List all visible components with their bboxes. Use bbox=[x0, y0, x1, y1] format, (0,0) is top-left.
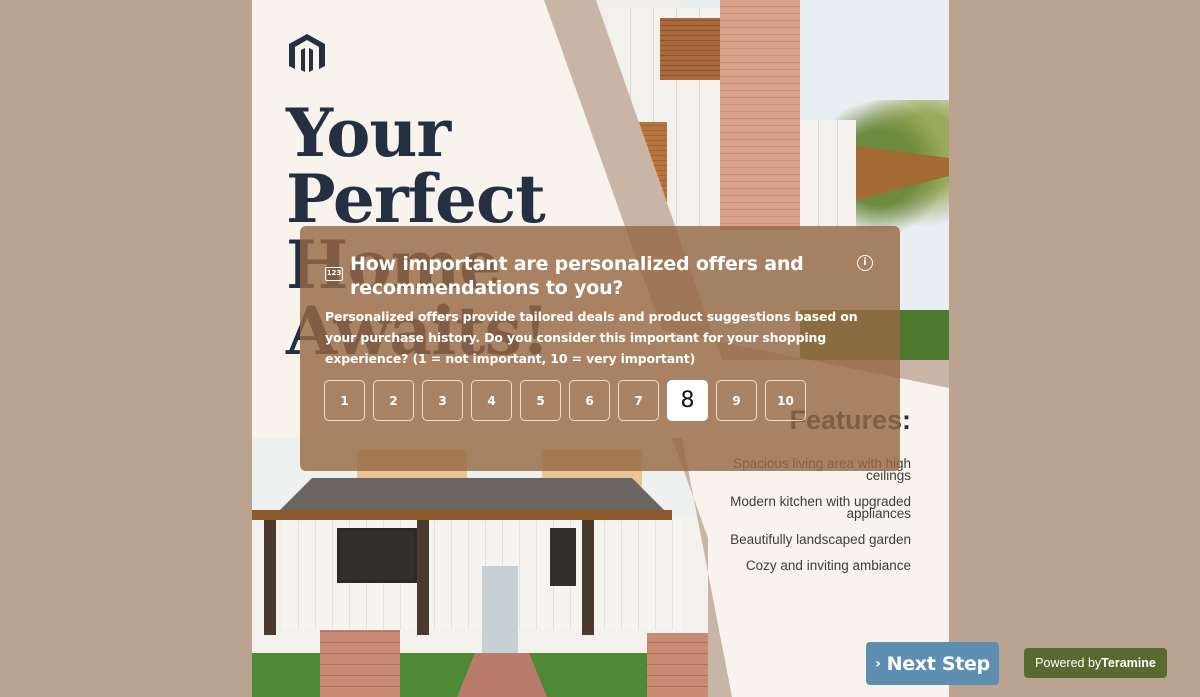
brick-pillar bbox=[320, 630, 400, 697]
farmhouse-photo bbox=[252, 438, 708, 697]
wood-siding bbox=[660, 18, 720, 80]
porch-post bbox=[264, 520, 276, 635]
chevron-right-icon: › bbox=[875, 655, 881, 672]
number-scale-icon: 123 bbox=[325, 267, 343, 281]
rating-option-4[interactable]: 4 bbox=[471, 380, 512, 421]
brick-chimney bbox=[720, 0, 800, 230]
question-description: Personalized offers provide tailored dea… bbox=[325, 309, 858, 366]
porch-post bbox=[582, 520, 594, 635]
info-icon[interactable]: i bbox=[857, 255, 873, 271]
powered-by-brand: Teramine bbox=[1101, 656, 1156, 670]
headline-line: Perfect bbox=[286, 160, 546, 238]
powered-by-badge[interactable]: Powered by Teramine bbox=[1024, 648, 1167, 678]
headline-line: Your bbox=[286, 94, 451, 172]
rating-scale: 1 2 3 4 5 6 7 8 9 10 bbox=[324, 380, 806, 421]
rating-option-5[interactable]: 5 bbox=[520, 380, 561, 421]
window bbox=[337, 528, 417, 583]
window bbox=[550, 528, 576, 586]
brick-pillar bbox=[647, 633, 708, 697]
question-card: 123 How important are personalized offer… bbox=[300, 226, 900, 471]
next-step-button[interactable]: › Next Step bbox=[866, 642, 999, 685]
powered-by-prefix: Powered by bbox=[1035, 656, 1102, 670]
rating-option-7[interactable]: 7 bbox=[618, 380, 659, 421]
next-step-label: Next Step bbox=[886, 652, 991, 675]
feature-item: Modern kitchen with upgraded appliances bbox=[730, 494, 911, 521]
rating-option-8[interactable]: 8 bbox=[667, 380, 708, 421]
question-title: How important are personalized offers an… bbox=[350, 253, 804, 299]
rating-option-6[interactable]: 6 bbox=[569, 380, 610, 421]
rating-option-3[interactable]: 3 bbox=[422, 380, 463, 421]
front-door bbox=[482, 566, 518, 656]
features-list: Spacious living area with high ceilings … bbox=[691, 457, 911, 573]
house-wall-right bbox=[800, 120, 856, 230]
feature-item: Cozy and inviting ambiance bbox=[745, 558, 911, 573]
porch-post bbox=[417, 520, 429, 635]
rating-option-2[interactable]: 2 bbox=[373, 380, 414, 421]
feature-item: Beautifully landscaped garden bbox=[730, 532, 911, 547]
rating-option-9[interactable]: 9 bbox=[716, 380, 757, 421]
rating-option-10[interactable]: 10 bbox=[765, 380, 806, 421]
hexagon-m-logo-icon bbox=[289, 34, 325, 72]
rating-option-1[interactable]: 1 bbox=[324, 380, 365, 421]
porch-beam bbox=[252, 510, 672, 520]
